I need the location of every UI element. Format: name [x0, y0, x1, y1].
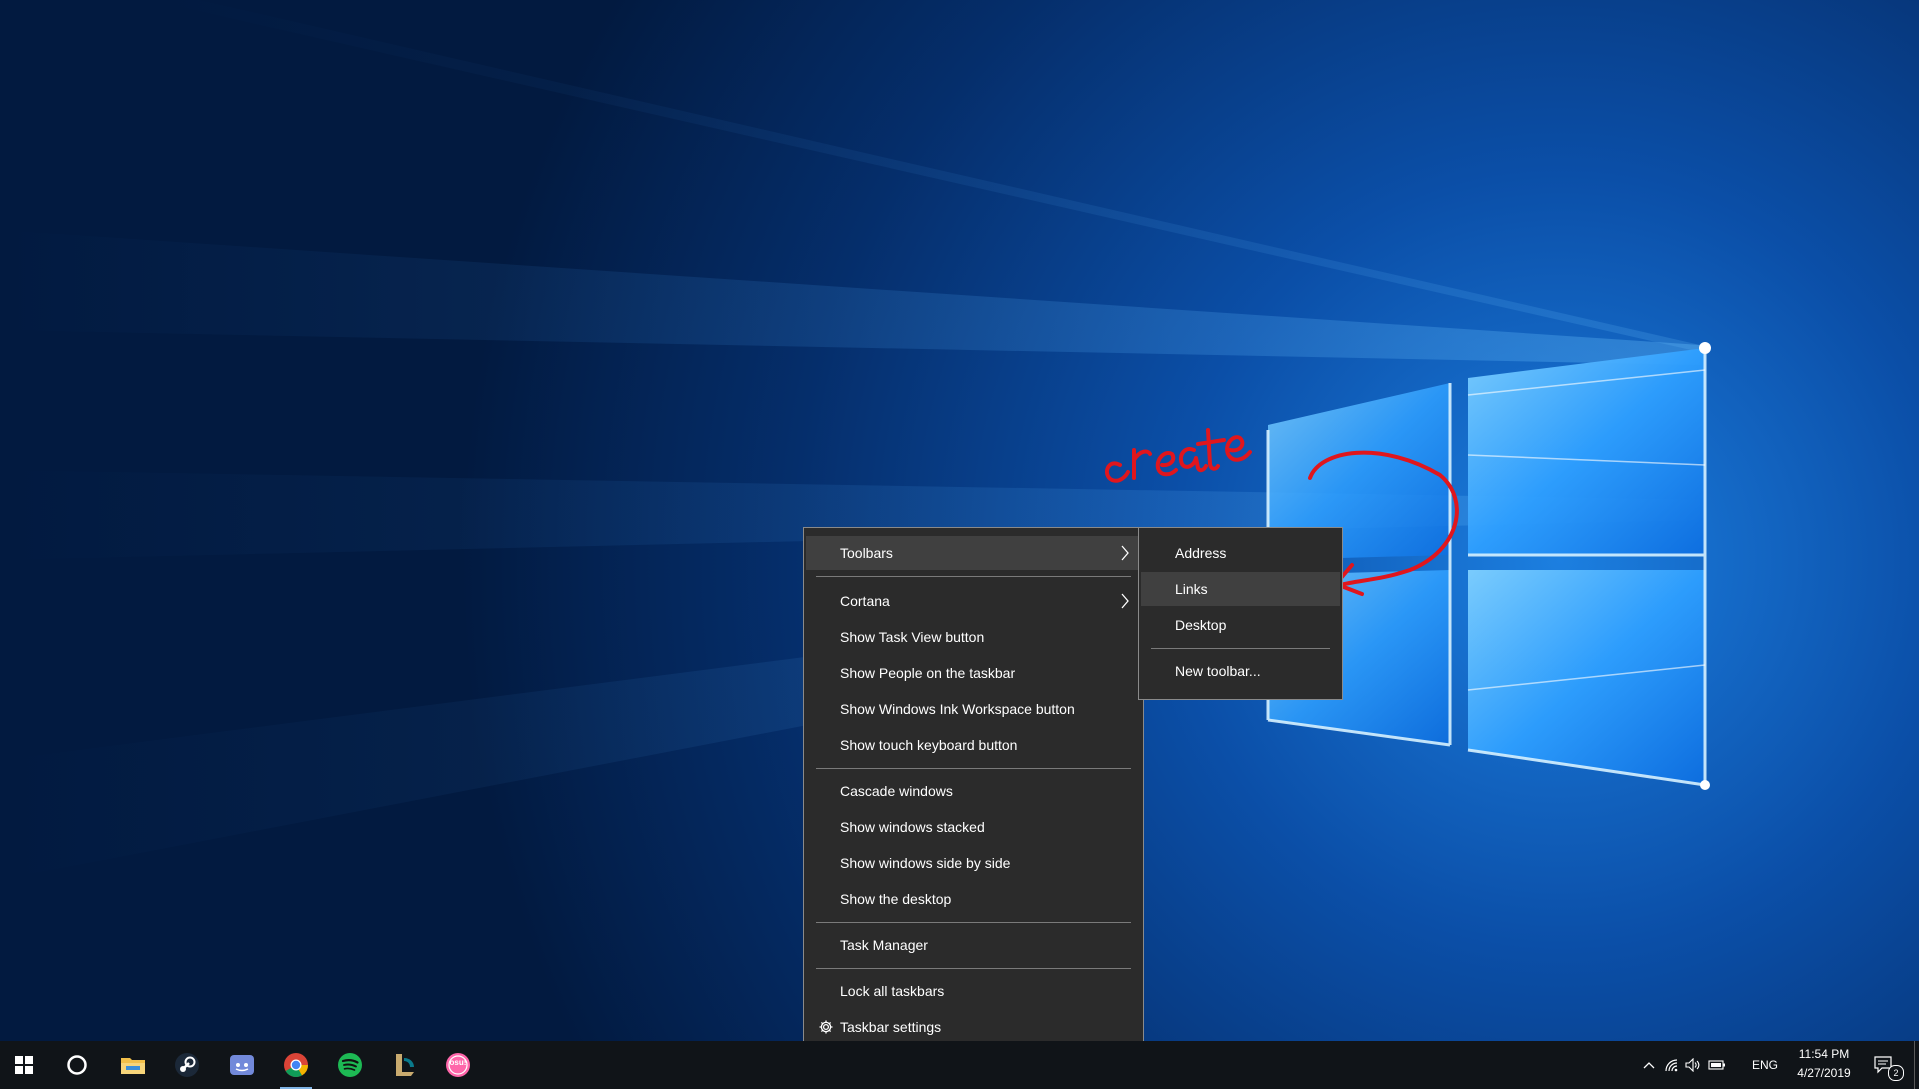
menu-item-label: Cortana [840, 593, 890, 609]
discord-icon[interactable] [218, 1041, 266, 1089]
menu-item-show-ink-workspace[interactable]: Show Windows Ink Workspace button [806, 692, 1141, 726]
submenu-item-links[interactable]: Links [1141, 572, 1340, 606]
menu-item-label: Task Manager [840, 937, 928, 953]
menu-item-cortana[interactable]: Cortana [806, 584, 1141, 618]
windows-start-icon[interactable] [0, 1041, 48, 1089]
menu-item-windows-side-by-side[interactable]: Show windows side by side [806, 846, 1141, 880]
menu-item-toolbars[interactable]: Toolbars [806, 536, 1141, 570]
show-desktop-button[interactable] [1914, 1041, 1915, 1089]
menu-item-label: Address [1175, 545, 1227, 561]
menu-item-label: Toolbars [840, 545, 893, 561]
menu-item-label: Links [1175, 581, 1208, 597]
file-explorer-icon[interactable] [109, 1041, 157, 1089]
steam-icon[interactable] [163, 1041, 211, 1089]
chevron-right-icon [1121, 593, 1129, 609]
submenu-item-new-toolbar[interactable]: New toolbar... [1141, 654, 1340, 688]
menu-item-show-task-view[interactable]: Show Task View button [806, 620, 1141, 654]
menu-separator [816, 922, 1131, 923]
chevron-right-icon [1121, 545, 1129, 561]
gear-icon [819, 1020, 833, 1034]
show-hidden-icons-chevron-icon[interactable] [1636, 1041, 1662, 1089]
chrome-icon[interactable] [272, 1041, 320, 1089]
taskbar[interactable]: osu! ENG 11:54 PM 4/27/2019 2 [0, 1041, 1919, 1089]
menu-item-label: New toolbar... [1175, 663, 1261, 679]
menu-item-windows-stacked[interactable]: Show windows stacked [806, 810, 1141, 844]
notification-count-badge: 2 [1888, 1065, 1904, 1081]
osu-label: osu! [449, 1058, 467, 1067]
menu-item-label: Taskbar settings [840, 1019, 942, 1035]
cortana-icon[interactable] [53, 1041, 101, 1089]
taskbar-context-menu: Toolbars Cortana Show Task View button S… [803, 527, 1144, 1054]
menu-item-show-touch-keyboard[interactable]: Show touch keyboard button [806, 728, 1141, 762]
menu-item-label: Show Windows Ink Workspace button [840, 701, 1075, 717]
spotify-icon[interactable] [326, 1041, 374, 1089]
league-of-legends-icon[interactable] [381, 1041, 429, 1089]
menu-separator [816, 968, 1131, 969]
menu-item-label: Show windows stacked [840, 819, 985, 835]
submenu-item-address[interactable]: Address [1141, 536, 1340, 570]
menu-item-cascade-windows[interactable]: Cascade windows [806, 774, 1141, 808]
action-center-icon[interactable]: 2 [1860, 1041, 1908, 1089]
toolbars-submenu: Address Links Desktop New toolbar... [1138, 527, 1343, 700]
menu-item-label: Desktop [1175, 617, 1227, 633]
submenu-item-desktop[interactable]: Desktop [1141, 608, 1340, 642]
volume-icon[interactable] [1681, 1041, 1705, 1089]
battery-icon[interactable] [1704, 1041, 1730, 1089]
menu-item-lock-taskbars[interactable]: Lock all taskbars [806, 974, 1141, 1008]
menu-item-show-desktop[interactable]: Show the desktop [806, 882, 1141, 916]
menu-item-label: Show touch keyboard button [840, 737, 1018, 753]
osu-icon[interactable]: osu! [434, 1041, 482, 1089]
menu-item-label: Show People on the taskbar [840, 665, 1016, 681]
menu-item-taskbar-settings[interactable]: Taskbar settings [806, 1010, 1141, 1044]
clock-date[interactable]: 4/27/2019 [1795, 1066, 1853, 1080]
clock-time[interactable]: 11:54 PM [1795, 1047, 1853, 1061]
menu-item-task-manager[interactable]: Task Manager [806, 928, 1141, 962]
menu-item-label: Show windows side by side [840, 855, 1011, 871]
menu-item-label: Cascade windows [840, 783, 953, 799]
language-indicator[interactable]: ENG [1752, 1058, 1778, 1072]
menu-item-label: Lock all taskbars [840, 983, 945, 999]
menu-separator [816, 768, 1131, 769]
menu-item-show-people[interactable]: Show People on the taskbar [806, 656, 1141, 690]
menu-separator [816, 576, 1131, 577]
menu-item-label: Show Task View button [840, 629, 985, 645]
menu-separator [1151, 648, 1330, 649]
menu-item-label: Show the desktop [840, 891, 952, 907]
